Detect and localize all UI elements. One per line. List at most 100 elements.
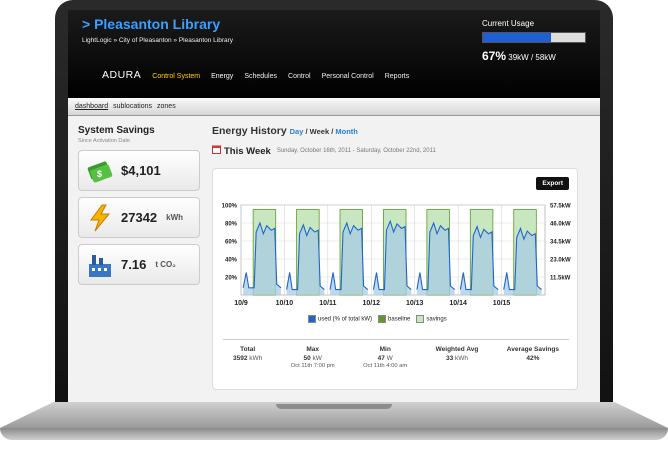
savings-title: System Savings (78, 125, 155, 136)
history-title: Energy History (212, 125, 287, 137)
legend-baseline-label: baseline (388, 316, 411, 323)
usage-bar-fill (483, 33, 552, 42)
legend-baseline: baseline (378, 315, 410, 323)
x-tick: 10/13 (406, 300, 424, 307)
subnav-zones[interactable]: zones (157, 103, 176, 110)
stat-avg-label: Weighted Avg (435, 346, 479, 353)
nav-personal-control[interactable]: Personal Control (322, 73, 374, 80)
stat-avg-unit: kWh (455, 355, 469, 362)
savings-subtitle: Since Activation Date (78, 138, 130, 144)
legend-baseline-swatch (378, 315, 387, 323)
legend-savings-swatch (416, 315, 425, 323)
y-tick-right: 11.5kW (550, 276, 571, 282)
stat-savings-value: 42% (526, 355, 540, 362)
money-icon: $ (85, 156, 115, 186)
x-tick: 10/14 (449, 300, 467, 307)
nav-energy[interactable]: Energy (211, 73, 233, 80)
chart-legend: used (% of total kW) baseline savings (308, 315, 447, 323)
adura-logo: ADURA (102, 69, 142, 81)
legend-used: used (% of total kW) (308, 315, 372, 323)
week-range: Sunday, October 16th, 2011 - Saturday, O… (276, 148, 436, 154)
usage-readout: 67% 39kW / 58kW (482, 49, 556, 63)
x-tick: 10/11 (319, 300, 336, 307)
stat-avg-value: 33 (445, 355, 454, 362)
stat-max-unit: kW (312, 355, 322, 362)
y-tick-left: 100% (222, 204, 238, 210)
y-tick-left: 80% (225, 222, 238, 228)
x-tick: 10/10 (276, 300, 294, 307)
laptop-base (0, 402, 668, 452)
y-tick-right: 46.0kW (550, 222, 571, 228)
stat-weighted-avg: Weighted Avg 33 kWh (436, 346, 479, 369)
lightning-icon (85, 203, 115, 233)
savings-co2-value: 7.16 (121, 257, 147, 272)
legend-savings: savings (416, 315, 447, 323)
site-title[interactable]: > Pleasanton Library (82, 16, 220, 32)
calendar-icon[interactable] (212, 145, 221, 157)
y-tick-left: 20% (225, 276, 238, 282)
x-tick: 10/15 (493, 300, 511, 307)
savings-energy-value: 27342 (121, 210, 158, 225)
stat-total-unit: kWh (249, 355, 263, 362)
y-tick-left: 60% (225, 240, 238, 246)
y-tick-right: 57.5kW (550, 204, 571, 210)
energy-chart: 100% 57.5kW 80% 46.0kW 60% 34.5kW 40% 23.0kW 20%… (222, 204, 571, 308)
stat-min-unit: W (386, 355, 393, 362)
screen: > Pleasanton Library LightLogic » City o… (68, 10, 600, 402)
stat-min: Min 47 W Oct 11th 4:00 am (363, 346, 407, 369)
stat-max: Max 50 kW Oct 11th 7:00 pm (291, 346, 335, 369)
svg-text:$: $ (97, 169, 102, 179)
y-tick-right: 34.5kW (550, 240, 571, 246)
legend-savings-label: savings (426, 316, 447, 323)
legend-used-label: used (% of total kW) (318, 316, 373, 323)
stat-max-value: 50 (303, 355, 311, 362)
savings-co2-unit: t CO₂ (155, 260, 176, 269)
factory-icon (85, 250, 115, 280)
range-month[interactable]: Month (335, 127, 358, 136)
nav-reports[interactable]: Reports (385, 73, 410, 80)
app-header: > Pleasanton Library LightLogic » City o… (68, 10, 600, 98)
savings-panel: System Savings Since Activation Date $ $… (78, 125, 200, 285)
range-week[interactable]: Week (310, 127, 329, 136)
nav-control[interactable]: Control (288, 73, 311, 80)
stat-total: Total 3592 kWh (233, 346, 262, 369)
legend-used-swatch (308, 315, 316, 323)
history-heading: Energy History Day / Week / Month (212, 125, 358, 137)
savings-card-co2: 7.16 t CO₂ (78, 244, 200, 285)
stat-average-savings: Average Savings 42% (507, 346, 559, 369)
laptop-front (0, 428, 668, 440)
week-label: This Week (224, 145, 271, 157)
x-tick: 10/9 (234, 300, 248, 307)
usage-bar (482, 32, 586, 43)
sub-nav: dashboard sublocations zones (68, 98, 600, 116)
savings-energy-unit: kWh (166, 213, 184, 222)
y-tick-right: 23.0kW (550, 258, 571, 264)
breadcrumb[interactable]: LightLogic » City of Pleasanton » Pleasa… (82, 37, 233, 44)
chart-panel: Export 100% 57.5kW 80% 46.0kW 60% 34.5kW 40% 23… (212, 168, 578, 390)
stat-max-label: Max (306, 346, 320, 353)
savings-card-money: $ $4,101 (78, 150, 200, 191)
savings-card-energy: 27342 kWh (78, 197, 200, 238)
x-tick: 10/12 (363, 300, 381, 307)
usage-detail: 39kW / 58kW (508, 53, 556, 62)
stats-row: Total 3592 kWh Max 50 kW Oct 11th 7:00 pm M… (223, 339, 569, 369)
laptop-notch (276, 404, 392, 409)
nav-control-system[interactable]: Control System (152, 73, 200, 80)
subnav-dashboard[interactable]: dashboard (75, 103, 108, 110)
usage-title: Current Usage (482, 19, 535, 28)
range-day[interactable]: Day (290, 127, 304, 136)
stat-min-label: Min (379, 346, 391, 353)
stat-savings-label: Average Savings (506, 346, 559, 353)
week-heading: This Week Sunday, October 16th, 2011 - S… (212, 145, 436, 157)
stat-total-value: 3592 (233, 355, 248, 362)
stat-max-time: Oct 11th 7:00 pm (290, 363, 335, 369)
y-tick-left: 40% (225, 258, 238, 264)
stat-min-value: 47 (377, 355, 385, 362)
main-nav: ADURA Control System Energy Schedules Co… (102, 69, 409, 81)
nav-schedules[interactable]: Schedules (244, 73, 277, 80)
stat-total-label: Total (240, 346, 256, 353)
savings-money-value: $4,101 (121, 163, 161, 178)
subnav-sublocations[interactable]: sublocations (113, 103, 152, 110)
usage-percent: 67% (482, 49, 507, 63)
stat-min-time: Oct 11th 4:00 am (363, 363, 408, 369)
